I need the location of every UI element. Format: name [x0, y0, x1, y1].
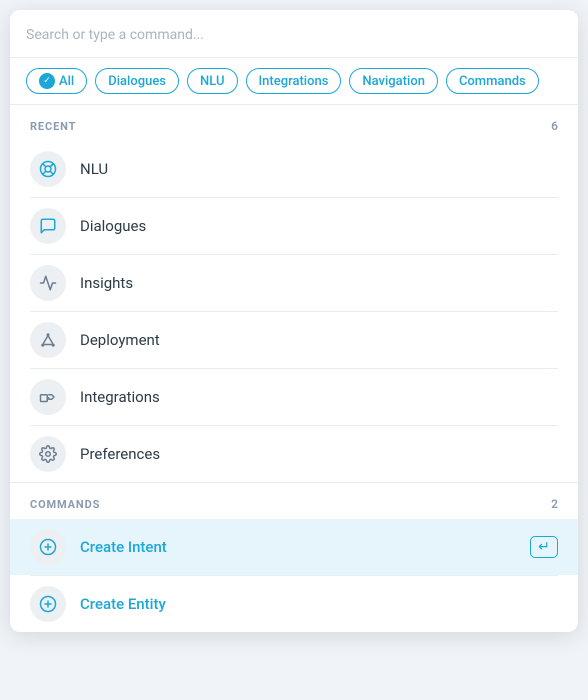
create-entity-icon-container [30, 586, 66, 622]
recent-title: RECENT [30, 120, 76, 133]
preferences-icon [39, 445, 57, 463]
nlu-icon-container [30, 151, 66, 187]
chip-commands[interactable]: Commands [446, 68, 539, 94]
deployment-icon-container [30, 322, 66, 358]
insights-icon [39, 274, 57, 292]
command-palette: ✓ All Dialogues NLU Integrations Navigat… [10, 10, 578, 632]
chip-navigation[interactable]: Navigation [349, 68, 438, 94]
list-item-create-entity[interactable]: Create Entity [10, 576, 578, 632]
enter-badge: ↵ [530, 536, 558, 558]
commands-title: COMMANDS [30, 498, 100, 511]
recent-count: 6 [551, 119, 558, 133]
chip-nlu[interactable]: NLU [187, 68, 237, 94]
create-entity-label: Create Entity [80, 595, 166, 613]
chip-commands-label: Commands [459, 74, 526, 89]
dialogues-label: Dialogues [80, 217, 146, 235]
nlu-label: NLU [80, 160, 108, 178]
chip-dialogues-label: Dialogues [108, 74, 166, 89]
chip-all[interactable]: ✓ All [26, 68, 87, 94]
create-entity-icon [39, 595, 57, 613]
create-intent-icon [39, 538, 57, 556]
chip-all-label: All [59, 74, 74, 89]
deployment-label: Deployment [80, 331, 160, 349]
preferences-icon-container [30, 436, 66, 472]
recent-section: RECENT 6 NLU [10, 105, 578, 482]
create-intent-label: Create Intent [80, 538, 167, 556]
recent-section-header: RECENT 6 [10, 105, 578, 141]
list-item-create-intent[interactable]: Create Intent ↵ [10, 519, 578, 575]
integrations-icon-container [30, 379, 66, 415]
chip-nlu-label: NLU [200, 74, 224, 89]
list-item-integrations[interactable]: Integrations [10, 369, 578, 425]
search-bar [10, 10, 578, 58]
create-intent-icon-container [30, 529, 66, 565]
insights-label: Insights [80, 274, 133, 292]
integrations-icon [39, 388, 57, 406]
chip-integrations[interactable]: Integrations [246, 68, 342, 94]
search-input[interactable] [26, 27, 562, 43]
list-item-nlu[interactable]: NLU [10, 141, 578, 197]
list-item-dialogues[interactable]: Dialogues [10, 198, 578, 254]
dialogues-icon-container [30, 208, 66, 244]
dialogues-icon [39, 217, 57, 235]
deployment-icon [39, 331, 57, 349]
chip-navigation-label: Navigation [362, 74, 425, 89]
check-icon: ✓ [39, 73, 55, 89]
chip-integrations-label: Integrations [259, 74, 329, 89]
integrations-label: Integrations [80, 388, 160, 406]
list-item-insights[interactable]: Insights [10, 255, 578, 311]
nlu-icon [39, 160, 57, 178]
list-item-deployment[interactable]: Deployment [10, 312, 578, 368]
list-item-preferences[interactable]: Preferences [10, 426, 578, 482]
commands-section-header: COMMANDS 2 [10, 483, 578, 519]
insights-icon-container [30, 265, 66, 301]
commands-count: 2 [551, 497, 558, 511]
chip-dialogues[interactable]: Dialogues [95, 68, 179, 94]
filter-chips: ✓ All Dialogues NLU Integrations Navigat… [10, 58, 578, 105]
commands-section: COMMANDS 2 Create Intent ↵ [10, 482, 578, 632]
preferences-label: Preferences [80, 445, 160, 463]
